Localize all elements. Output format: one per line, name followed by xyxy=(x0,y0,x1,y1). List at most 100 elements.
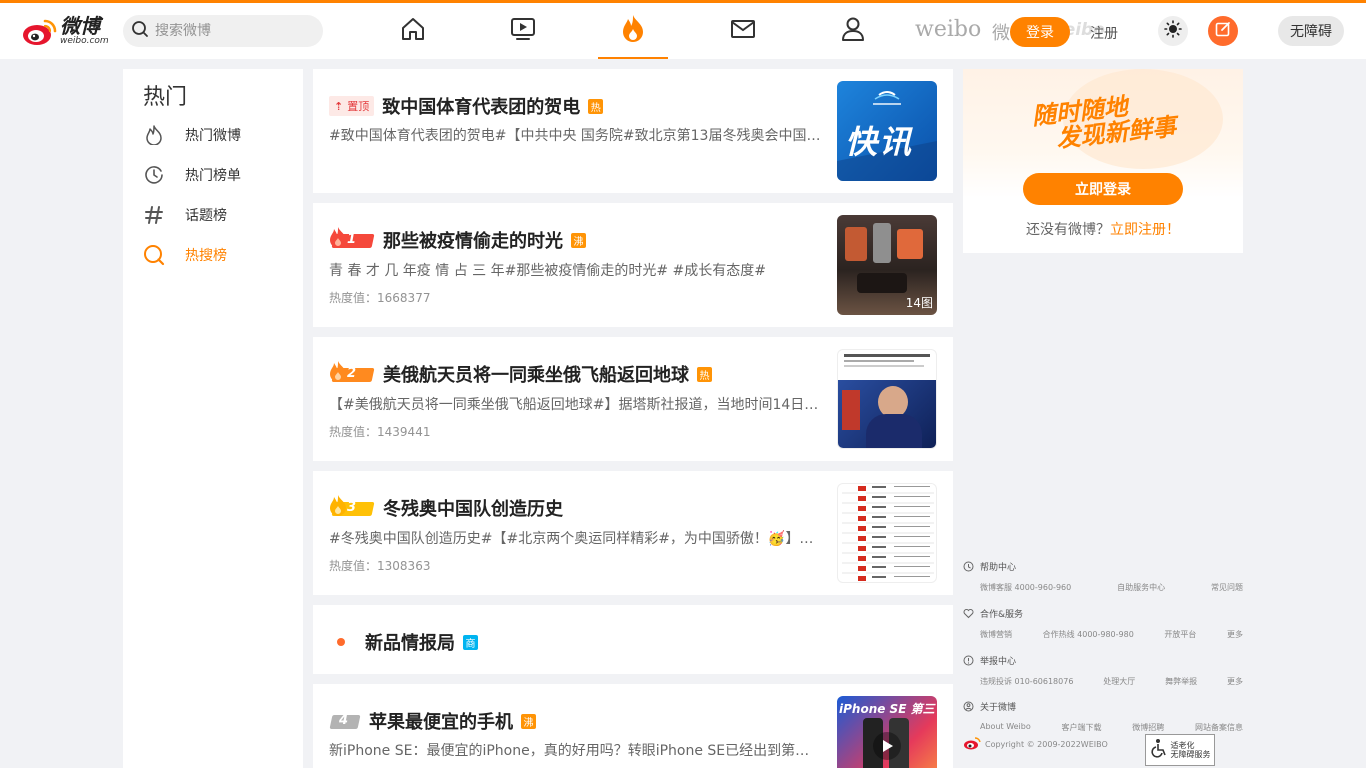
rank-flame-icon xyxy=(330,361,346,382)
compose-button[interactable] xyxy=(1208,16,1238,46)
sidebar-item-hot-list[interactable]: 热门榜单 xyxy=(143,160,293,190)
register-link[interactable]: 注册 xyxy=(1090,23,1118,43)
bullet-dot-icon xyxy=(337,638,345,646)
pinned-badge: ⇡ 置顶 xyxy=(329,96,375,116)
card-title[interactable]: 致中国体育代表团的贺电 xyxy=(382,93,580,119)
footer-link[interactable]: 处理大厅 xyxy=(1103,676,1135,687)
footer-link[interactable]: 微博客服 4000-960-960 xyxy=(980,582,1071,593)
thumbnail-caption: 快讯 xyxy=(845,123,914,161)
card-title[interactable]: 冬残奥中国队创造历史 xyxy=(383,495,563,521)
card-thumbnail[interactable]: iPhone SE 第三 xyxy=(837,696,937,768)
card-thumbnail[interactable] xyxy=(837,483,937,583)
heat-value: 热度值：1668377 xyxy=(329,289,430,306)
sidebar-item-label: 热搜榜 xyxy=(185,248,227,264)
card-title[interactable]: 新品情报局 xyxy=(365,629,455,655)
left-sidebar: 热门 热门微博 热门榜单 话题榜 热搜榜 xyxy=(123,69,303,768)
sidebar-item-hot-search[interactable]: 热搜榜 xyxy=(143,240,293,270)
weibo-small-logo-icon xyxy=(963,736,981,752)
theme-toggle-button[interactable] xyxy=(1158,16,1188,46)
weibo-logo[interactable]: 微博 weibo.com xyxy=(22,13,112,49)
sun-icon xyxy=(1164,20,1182,42)
rank-flame-icon xyxy=(330,227,346,248)
sidebar-item-topics[interactable]: 话题榜 xyxy=(143,200,293,230)
hot-search-card[interactable]: 3 冬残奥中国队创造历史 #冬残奥中国队创造历史#【#北京两个奥运同样精彩#，为… xyxy=(313,471,953,595)
help-icon xyxy=(963,561,974,572)
footer-link[interactable]: 微博招聘 xyxy=(1132,722,1164,733)
card-thumbnail[interactable] xyxy=(837,349,937,449)
card-description: #冬残奥中国队创造历史#【#北京两个奥运同样精彩#，为中国骄傲！🥳】北京冬残奥会 xyxy=(329,531,817,547)
heat-number: 1308363 xyxy=(377,559,431,573)
info-person-icon xyxy=(963,701,974,712)
hot-search-card[interactable]: 2 美俄航天员将一同乘坐俄飞船返回地球 热 【#美俄航天员将一同乘坐俄飞船返回地… xyxy=(313,337,953,461)
nav-tab-home[interactable] xyxy=(378,3,448,59)
search-rank-icon xyxy=(143,244,165,266)
thumbnail-caption: iPhone SE 第三 xyxy=(839,702,935,716)
hashtag-icon xyxy=(143,204,165,226)
hot-search-card-pinned[interactable]: ⇡ 置顶 致中国体育代表团的贺电 热 #致中国体育代表团的贺电#【中共中央 国务院… xyxy=(313,69,953,193)
footer-group-cooperation: 合作&服务 微博营销 合作热线 4000-980-980 开放平台 更多 xyxy=(963,607,1243,640)
register-now-link[interactable]: 立即注册！ xyxy=(1110,222,1180,238)
footer-link[interactable]: 常见问题 xyxy=(1211,582,1243,593)
footer-link[interactable]: 网站备案信息 xyxy=(1195,722,1243,733)
footer-group-title: 关于微博 xyxy=(980,703,1017,713)
image-count: 14图 xyxy=(905,296,933,310)
video-icon xyxy=(510,16,536,46)
no-account-text: 还没有微博？ xyxy=(1026,222,1110,238)
footer-link[interactable]: 舞弊举报 xyxy=(1165,676,1197,687)
login-now-button[interactable]: 立即登录 xyxy=(1023,173,1183,205)
login-button[interactable]: 登录 xyxy=(1010,17,1070,47)
elderly-accessibility-badge[interactable]: 适老化 无障碍服务 xyxy=(1145,734,1215,766)
card-title[interactable]: 苹果最便宜的手机 xyxy=(369,708,513,734)
footer-link[interactable]: About Weibo xyxy=(980,722,1031,733)
footer-group-title: 帮助中心 xyxy=(980,563,1017,573)
footer-link[interactable]: 更多 xyxy=(1227,676,1243,687)
card-title[interactable]: 那些被疫情偷走的时光 xyxy=(383,227,563,253)
play-icon[interactable] xyxy=(873,732,901,760)
footer-link[interactable]: 违规投诉 010-60618076 xyxy=(980,676,1073,687)
heat-number: 1668377 xyxy=(377,291,431,305)
alert-icon xyxy=(963,655,974,666)
weibo-eye-logo-icon xyxy=(22,16,58,46)
hot-search-card[interactable]: 4 苹果最便宜的手机 沸 新iPhone SE：最便宜的iPhone，真的好用吗… xyxy=(313,684,953,768)
sidebar-title: 热门 xyxy=(143,85,188,110)
login-promo-panel: 随时随地 发现新鲜事 立即登录 还没有微博？立即注册！ xyxy=(963,69,1243,253)
footer-group-help: 帮助中心 微博客服 4000-960-960 自助服务中心 常见问题 xyxy=(963,560,1243,593)
pin-arrow-icon: ⇡ xyxy=(334,99,344,113)
heat-value: 热度值：1308363 xyxy=(329,557,430,574)
footer-group-report: 举报中心 违规投诉 010-60618076 处理大厅 舞弊举报 更多 xyxy=(963,654,1243,687)
card-description: 【#美俄航天员将一同乘坐俄飞船返回地球#】据塔斯社报道，当地时间14日，俄罗斯国… xyxy=(329,397,823,413)
nav-tab-message[interactable] xyxy=(708,3,778,59)
message-icon xyxy=(730,16,756,46)
heat-label: 热度值： xyxy=(329,291,378,305)
search-input[interactable] xyxy=(155,23,305,39)
footer-link[interactable]: 合作热线 4000-980-980 xyxy=(1043,629,1134,640)
nav-tab-profile[interactable] xyxy=(818,3,888,59)
rank-number: 4 xyxy=(339,713,349,728)
header-bar: 微博 weibo.com weibo 微博 weibo 登录 xyxy=(0,3,1366,59)
rank-number: 1 xyxy=(347,232,357,247)
accessibility-button[interactable]: 无障碍 xyxy=(1278,16,1344,46)
card-title[interactable]: 美俄航天员将一同乘坐俄飞船返回地球 xyxy=(383,361,689,387)
footer-link[interactable]: 更多 xyxy=(1227,629,1243,640)
footer-link[interactable]: 开放平台 xyxy=(1164,629,1196,640)
promoted-card[interactable]: 新品情报局 商 xyxy=(313,605,953,674)
sidebar-item-hot-weibo[interactable]: 热门微博 xyxy=(143,120,293,150)
card-thumbnail[interactable]: 14图 xyxy=(837,215,937,315)
heat-number: 1439441 xyxy=(377,425,431,439)
badge-line-1: 适老化 xyxy=(1170,740,1195,750)
footer-link[interactable]: 客户端下载 xyxy=(1062,722,1102,733)
nav-tab-hot[interactable] xyxy=(598,3,668,59)
search-icon xyxy=(131,20,149,42)
rank-badge: 3 xyxy=(329,495,375,518)
register-prompt: 还没有微博？立即注册！ xyxy=(963,219,1243,239)
search-box[interactable] xyxy=(123,15,323,47)
weibo-brand-wordmark: weibo xyxy=(915,17,982,42)
card-description: 新iPhone SE：最便宜的iPhone，真的好用吗？转眼iPhone SE已… xyxy=(329,743,823,759)
footer-link[interactable]: 微博营销 xyxy=(980,629,1012,640)
card-thumbnail[interactable]: 快讯 xyxy=(837,81,937,181)
footer-group-about: 关于微博 About Weibo 客户端下载 微博招聘 网站备案信息 xyxy=(963,700,1243,733)
footer-link[interactable]: 自助服务中心 xyxy=(1117,582,1165,593)
nav-tab-video[interactable] xyxy=(488,3,558,59)
boiling-tag: 沸 xyxy=(571,232,586,248)
hot-search-card[interactable]: 1 那些被疫情偷走的时光 沸 青 春 才 几 年疫 情 占 三 年#那些被疫情偷… xyxy=(313,203,953,327)
